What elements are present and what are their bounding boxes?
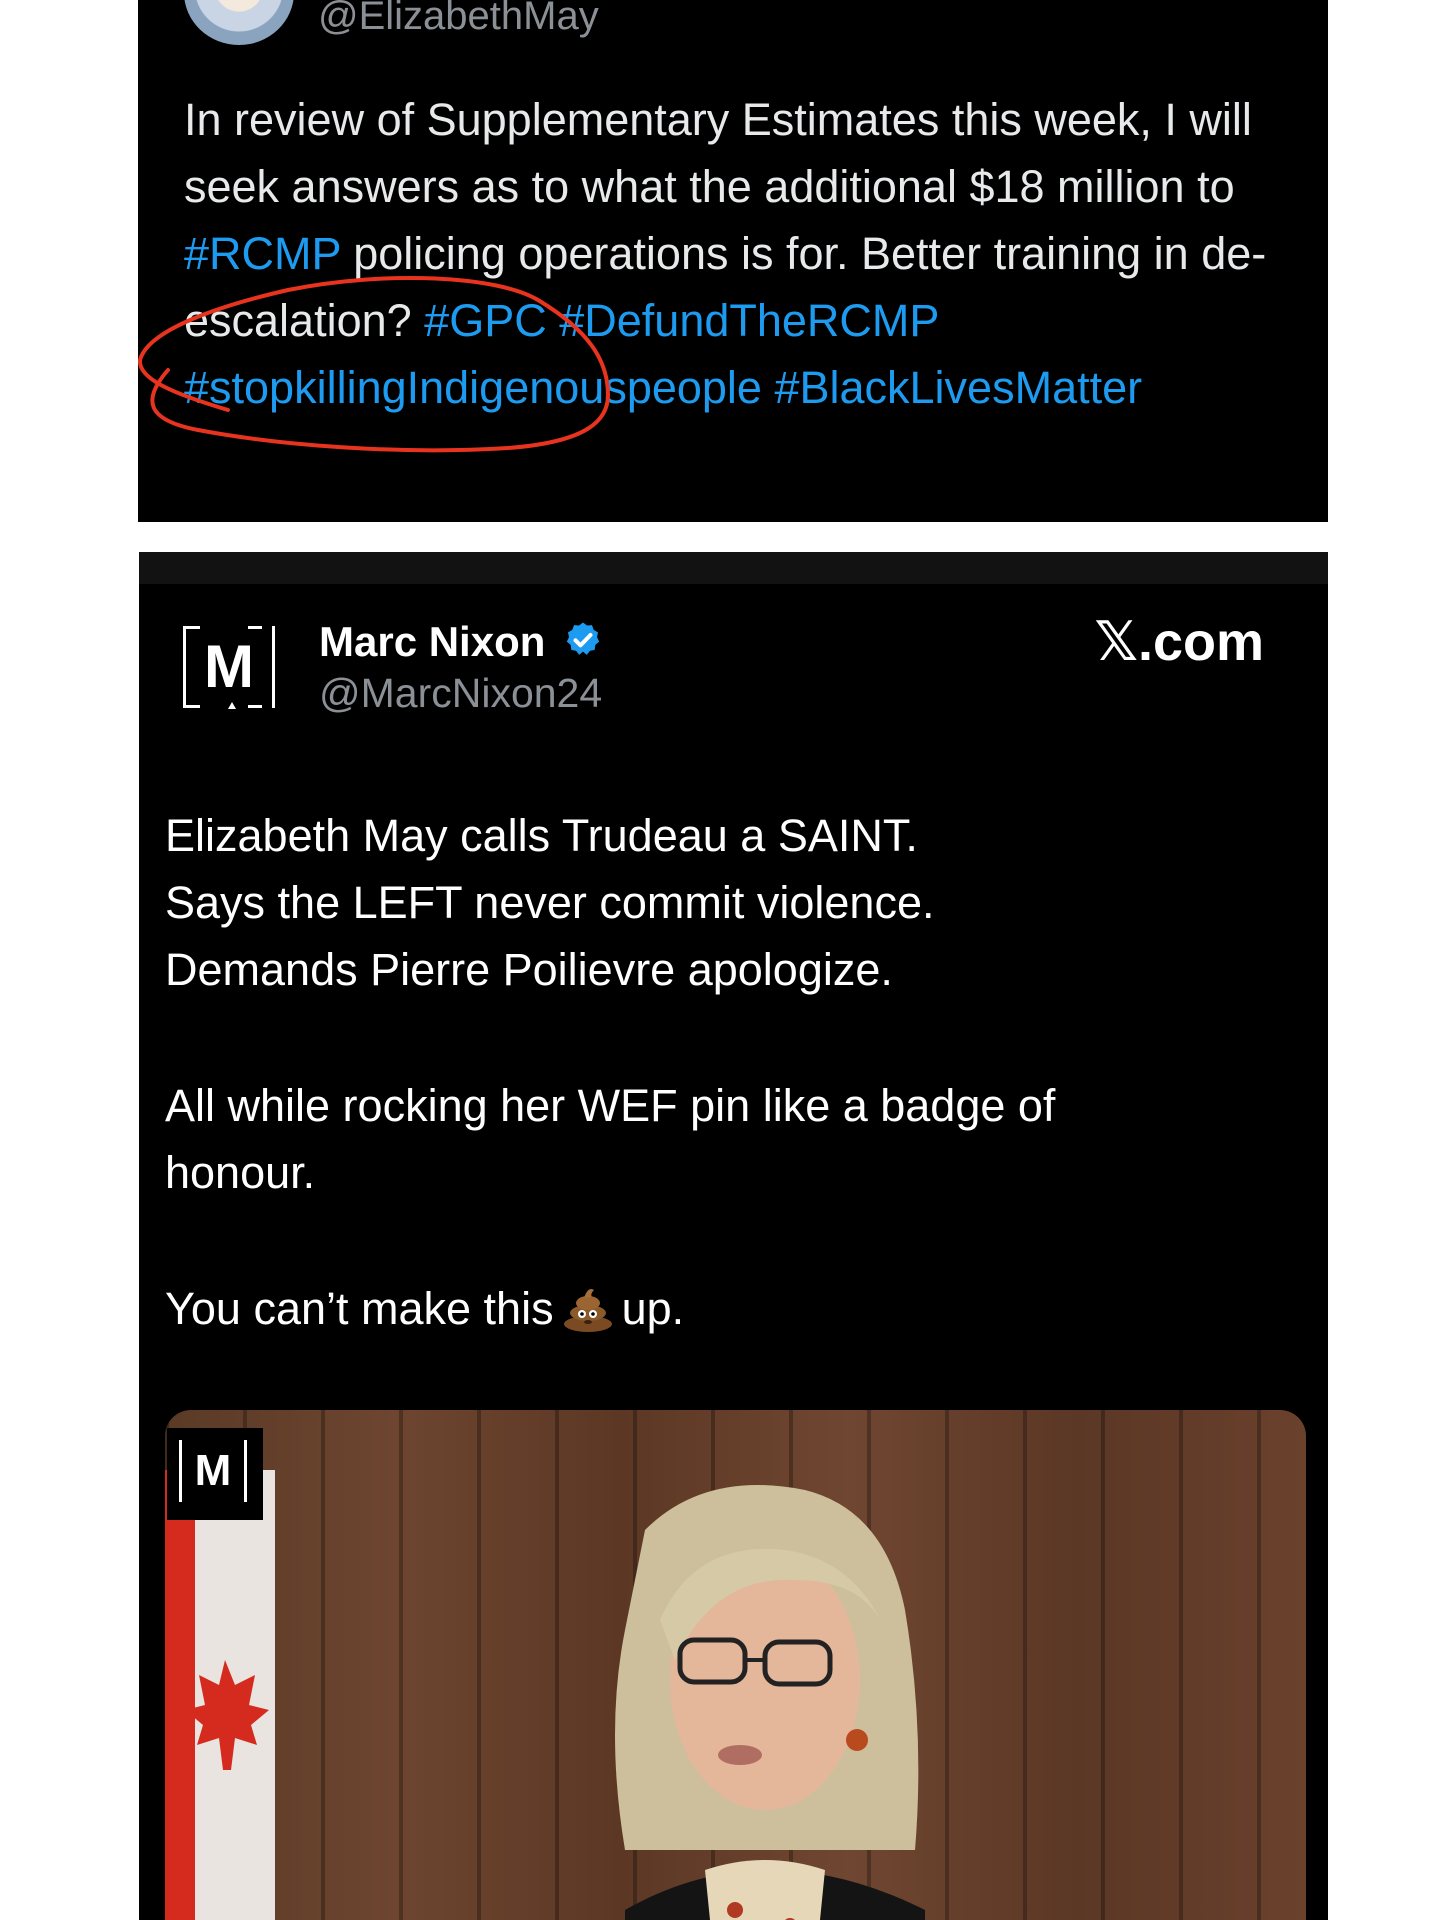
author-name[interactable]: Marc Nixon — [319, 618, 545, 666]
pile-of-poo-icon — [563, 1289, 612, 1332]
post-text-part: up. — [621, 1283, 685, 1334]
post-line: honour. — [165, 1147, 316, 1198]
verified-badge-icon — [566, 622, 600, 655]
author-logo[interactable]: M — [183, 626, 275, 709]
logo-letter: M — [204, 633, 254, 700]
quoted-tweet-card[interactable]: @ElizabethMay In review of Supplementary… — [138, 0, 1328, 522]
post-line: All while rocking her WEF pin like a bad… — [165, 1080, 1056, 1131]
canada-flag-image — [165, 1470, 275, 1920]
post-line: Demands Pierre Poilievre apologize. — [165, 944, 893, 995]
card-top-strip — [139, 552, 1328, 584]
hand-drawn-circle-annotation — [138, 275, 611, 453]
author-handle[interactable]: @MarcNixon24 — [319, 670, 602, 717]
post-text-part: You can’t make this — [165, 1283, 554, 1334]
post-line: You can’t make this up. — [165, 1275, 684, 1342]
video-channel-logo: M — [167, 1428, 263, 1520]
video-thumbnail[interactable]: M — [165, 1410, 1306, 1920]
post-line: Elizabeth May calls Trudeau a SAINT. — [165, 810, 918, 861]
logo-dot-icon — [228, 702, 236, 709]
speaker-person-image — [615, 1485, 925, 1920]
post-card[interactable]: M Marc Nixon @MarcNixon24 𝕏.com Elizabet… — [139, 552, 1328, 1920]
post-line: Says the LEFT never commit violence. — [165, 877, 935, 928]
x-com-logo[interactable]: 𝕏.com — [1094, 610, 1264, 673]
video-logo-letter: M — [179, 1440, 247, 1502]
